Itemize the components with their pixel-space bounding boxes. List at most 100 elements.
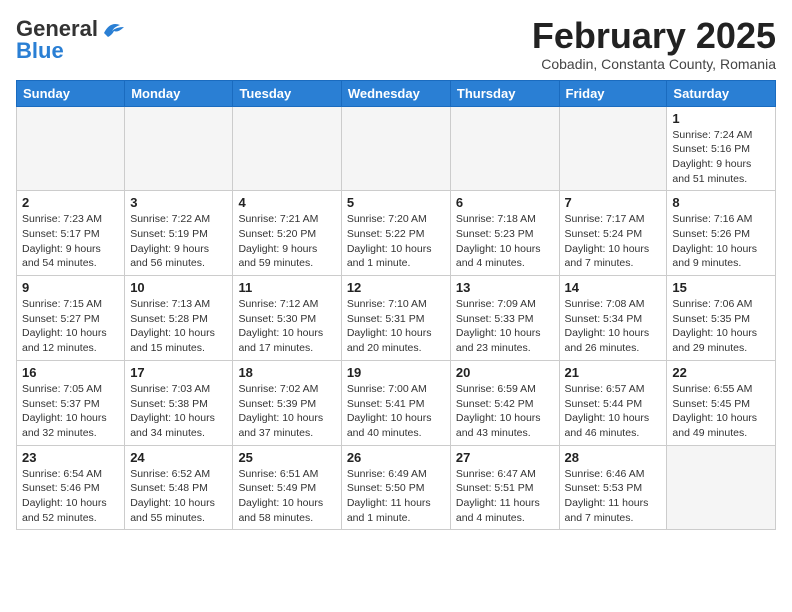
day-number: 26 (347, 450, 445, 465)
calendar-cell: 10 Sunrise: 7:13 AM Sunset: 5:28 PM Dayli… (125, 276, 233, 361)
day-info: Sunrise: 6:54 AM Sunset: 5:46 PM Dayligh… (22, 467, 119, 526)
day-number: 25 (238, 450, 335, 465)
calendar-cell (450, 106, 559, 191)
weekday-header-saturday: Saturday (667, 80, 776, 106)
weekday-header-thursday: Thursday (450, 80, 559, 106)
calendar-cell (559, 106, 667, 191)
week-row-1: 1 Sunrise: 7:24 AM Sunset: 5:16 PM Daylig… (17, 106, 776, 191)
calendar-cell: 6 Sunrise: 7:18 AM Sunset: 5:23 PM Daylig… (450, 191, 559, 276)
calendar-cell: 8 Sunrise: 7:16 AM Sunset: 5:26 PM Daylig… (667, 191, 776, 276)
calendar-cell: 22 Sunrise: 6:55 AM Sunset: 5:45 PM Dayli… (667, 360, 776, 445)
day-number: 15 (672, 280, 770, 295)
calendar-cell: 25Sunrise: 6:51 AM Sunset: 5:49 PM Dayli… (233, 445, 341, 530)
calendar-cell: 16 Sunrise: 7:05 AM Sunset: 5:37 PM Dayli… (17, 360, 125, 445)
weekday-header-friday: Friday (559, 80, 667, 106)
day-info: Sunrise: 7:24 AM Sunset: 5:16 PM Dayligh… (672, 128, 770, 187)
day-number: 22 (672, 365, 770, 380)
calendar-cell: 23 Sunrise: 6:54 AM Sunset: 5:46 PM Dayli… (17, 445, 125, 530)
day-number: 16 (22, 365, 119, 380)
day-info: Sunrise: 7:10 AM Sunset: 5:31 PM Dayligh… (347, 297, 445, 356)
calendar-cell: 18 Sunrise: 7:02 AM Sunset: 5:39 PM Dayli… (233, 360, 341, 445)
day-number: 10 (130, 280, 227, 295)
calendar-cell: 17Sunrise: 7:03 AM Sunset: 5:38 PM Dayli… (125, 360, 233, 445)
day-info: Sunrise: 7:21 AM Sunset: 5:20 PM Dayligh… (238, 212, 335, 271)
day-number: 7 (565, 195, 662, 210)
day-number: 8 (672, 195, 770, 210)
calendar-cell: 7Sunrise: 7:17 AM Sunset: 5:24 PM Daylig… (559, 191, 667, 276)
day-number: 13 (456, 280, 554, 295)
day-number: 19 (347, 365, 445, 380)
calendar-cell: 15Sunrise: 7:06 AM Sunset: 5:35 PM Dayli… (667, 276, 776, 361)
calendar-cell: 3 Sunrise: 7:22 AM Sunset: 5:19 PM Daylig… (125, 191, 233, 276)
day-number: 28 (565, 450, 662, 465)
title-block: February 2025 Cobadin, Constanta County,… (532, 16, 776, 72)
calendar-cell: 2Sunrise: 7:23 AM Sunset: 5:17 PM Daylig… (17, 191, 125, 276)
day-number: 11 (238, 280, 335, 295)
day-number: 1 (672, 111, 770, 126)
day-number: 18 (238, 365, 335, 380)
day-info: Sunrise: 7:05 AM Sunset: 5:37 PM Dayligh… (22, 382, 119, 441)
calendar-cell: 26Sunrise: 6:49 AM Sunset: 5:50 PM Dayli… (341, 445, 450, 530)
weekday-header-monday: Monday (125, 80, 233, 106)
calendar-cell: 11 Sunrise: 7:12 AM Sunset: 5:30 PM Dayli… (233, 276, 341, 361)
calendar-cell (125, 106, 233, 191)
week-row-4: 16 Sunrise: 7:05 AM Sunset: 5:37 PM Dayli… (17, 360, 776, 445)
calendar-cell: 28 Sunrise: 6:46 AM Sunset: 5:53 PM Dayli… (559, 445, 667, 530)
month-title: February 2025 (532, 16, 776, 56)
day-number: 4 (238, 195, 335, 210)
page-header: General Blue February 2025 Cobadin, Cons… (16, 16, 776, 72)
calendar-cell: 24 Sunrise: 6:52 AM Sunset: 5:48 PM Dayli… (125, 445, 233, 530)
logo-bird-icon (100, 19, 128, 39)
day-number: 23 (22, 450, 119, 465)
calendar-cell: 21 Sunrise: 6:57 AM Sunset: 5:44 PM Dayli… (559, 360, 667, 445)
day-number: 20 (456, 365, 554, 380)
day-info: Sunrise: 7:09 AM Sunset: 5:33 PM Dayligh… (456, 297, 554, 356)
logo-blue: Blue (16, 38, 64, 64)
week-row-2: 2Sunrise: 7:23 AM Sunset: 5:17 PM Daylig… (17, 191, 776, 276)
day-info: Sunrise: 7:08 AM Sunset: 5:34 PM Dayligh… (565, 297, 662, 356)
calendar-cell: 12 Sunrise: 7:10 AM Sunset: 5:31 PM Dayli… (341, 276, 450, 361)
weekday-header-row: SundayMondayTuesdayWednesdayThursdayFrid… (17, 80, 776, 106)
weekday-header-wednesday: Wednesday (341, 80, 450, 106)
day-info: Sunrise: 7:12 AM Sunset: 5:30 PM Dayligh… (238, 297, 335, 356)
week-row-3: 9Sunrise: 7:15 AM Sunset: 5:27 PM Daylig… (17, 276, 776, 361)
calendar-cell (341, 106, 450, 191)
week-row-5: 23 Sunrise: 6:54 AM Sunset: 5:46 PM Dayli… (17, 445, 776, 530)
day-info: Sunrise: 7:18 AM Sunset: 5:23 PM Dayligh… (456, 212, 554, 271)
day-info: Sunrise: 7:02 AM Sunset: 5:39 PM Dayligh… (238, 382, 335, 441)
calendar-cell: 5Sunrise: 7:20 AM Sunset: 5:22 PM Daylig… (341, 191, 450, 276)
calendar-cell: 27Sunrise: 6:47 AM Sunset: 5:51 PM Dayli… (450, 445, 559, 530)
calendar-cell (17, 106, 125, 191)
calendar-cell: 13 Sunrise: 7:09 AM Sunset: 5:33 PM Dayli… (450, 276, 559, 361)
day-number: 9 (22, 280, 119, 295)
day-info: Sunrise: 6:46 AM Sunset: 5:53 PM Dayligh… (565, 467, 662, 526)
weekday-header-tuesday: Tuesday (233, 80, 341, 106)
logo: General Blue (16, 16, 128, 64)
calendar-cell: 4 Sunrise: 7:21 AM Sunset: 5:20 PM Daylig… (233, 191, 341, 276)
day-info: Sunrise: 6:57 AM Sunset: 5:44 PM Dayligh… (565, 382, 662, 441)
weekday-header-sunday: Sunday (17, 80, 125, 106)
day-info: Sunrise: 6:55 AM Sunset: 5:45 PM Dayligh… (672, 382, 770, 441)
day-number: 6 (456, 195, 554, 210)
day-number: 24 (130, 450, 227, 465)
calendar-cell: 1 Sunrise: 7:24 AM Sunset: 5:16 PM Daylig… (667, 106, 776, 191)
day-info: Sunrise: 7:13 AM Sunset: 5:28 PM Dayligh… (130, 297, 227, 356)
calendar-cell (233, 106, 341, 191)
day-number: 2 (22, 195, 119, 210)
day-info: Sunrise: 6:52 AM Sunset: 5:48 PM Dayligh… (130, 467, 227, 526)
day-number: 12 (347, 280, 445, 295)
day-number: 27 (456, 450, 554, 465)
day-info: Sunrise: 7:20 AM Sunset: 5:22 PM Dayligh… (347, 212, 445, 271)
day-info: Sunrise: 7:03 AM Sunset: 5:38 PM Dayligh… (130, 382, 227, 441)
calendar-cell: 19 Sunrise: 7:00 AM Sunset: 5:41 PM Dayli… (341, 360, 450, 445)
day-info: Sunrise: 7:16 AM Sunset: 5:26 PM Dayligh… (672, 212, 770, 271)
day-info: Sunrise: 7:22 AM Sunset: 5:19 PM Dayligh… (130, 212, 227, 271)
calendar-table: SundayMondayTuesdayWednesdayThursdayFrid… (16, 80, 776, 531)
day-info: Sunrise: 7:00 AM Sunset: 5:41 PM Dayligh… (347, 382, 445, 441)
location-subtitle: Cobadin, Constanta County, Romania (532, 56, 776, 72)
day-number: 21 (565, 365, 662, 380)
day-number: 3 (130, 195, 227, 210)
calendar-cell: 14Sunrise: 7:08 AM Sunset: 5:34 PM Dayli… (559, 276, 667, 361)
calendar-cell (667, 445, 776, 530)
calendar-cell: 9Sunrise: 7:15 AM Sunset: 5:27 PM Daylig… (17, 276, 125, 361)
